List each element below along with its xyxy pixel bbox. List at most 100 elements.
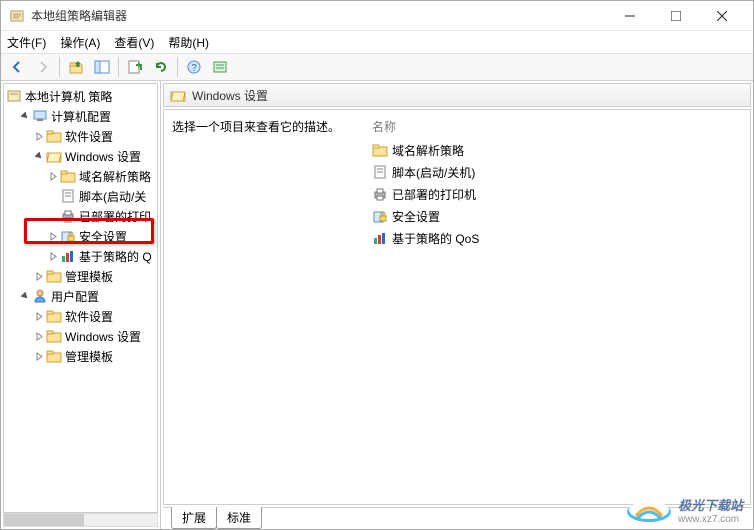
scrollbar-thumb[interactable] [4,514,84,526]
script-icon [372,164,388,180]
folder-icon [46,308,62,324]
tree-label: Windows 设置 [65,148,141,165]
tree-label: 软件设置 [65,128,113,145]
tree-deployed-printers[interactable]: 已部署的打印 [4,206,157,226]
separator [59,57,60,77]
up-button[interactable] [64,55,88,79]
tree-scripts[interactable]: 脚本(启动/关 [4,186,157,206]
tree-name-resolution-policy[interactable]: 域名解析策略 [4,166,157,186]
folder-icon [46,348,62,364]
list-item-label: 脚本(启动/关机) [392,164,475,181]
tree-computer-config[interactable]: 计算机配置 [4,106,157,126]
tree-pane: 本地计算机 策略 计算机配置 软件设置 Windows 设置 [1,81,161,529]
collapse-icon[interactable] [18,292,32,301]
tree-policy-qos[interactable]: 基于策略的 Q [4,246,157,266]
menu-action[interactable]: 操作(A) [60,34,100,51]
window-title: 本地组策略编辑器 [31,7,607,24]
folder-icon [60,168,76,184]
folder-icon [46,268,62,284]
folder-open-icon [170,87,186,103]
tree-label: 软件设置 [65,308,113,325]
window-controls [607,1,745,31]
menu-view[interactable]: 查看(V) [114,34,154,51]
maximize-button[interactable] [653,1,699,31]
expand-icon[interactable] [32,132,46,141]
list-item[interactable]: 域名解析策略 [372,139,742,161]
tree-label: 安全设置 [79,228,127,245]
list-item-label: 已部署的打印机 [392,186,476,203]
separator [177,57,178,77]
help-button[interactable]: ? [182,55,206,79]
close-button[interactable] [699,1,745,31]
expand-icon[interactable] [46,252,60,261]
tree-software-settings-2[interactable]: 软件设置 [4,306,157,326]
content-pane: Windows 设置 选择一个项目来查看它的描述。 名称 域名解析策略 脚本(启… [161,81,753,529]
expand-icon[interactable] [32,332,46,341]
list-item-label: 基于策略的 QoS [392,230,479,247]
list-item-label: 安全设置 [392,208,440,225]
svg-text:?: ? [191,63,197,74]
folder-icon [46,328,62,344]
description-text: 选择一个项目来查看它的描述。 [172,120,340,134]
collapse-icon[interactable] [18,112,32,121]
tree-label: 脚本(启动/关 [79,188,146,205]
list-item[interactable]: 脚本(启动/关机) [372,161,742,183]
tree-admin-templates[interactable]: 管理模板 [4,266,157,286]
script-icon [60,188,76,204]
items-panel: 名称 域名解析策略 脚本(启动/关机) 已部署的打印机 安全设置 [372,118,742,496]
collapse-icon[interactable] [32,152,46,161]
watermark: 极光下载站 www.xz7.com [626,495,743,525]
export-button[interactable] [123,55,147,79]
forward-button[interactable] [31,55,55,79]
list-item[interactable]: 已部署的打印机 [372,183,742,205]
content-header: Windows 设置 [163,83,751,107]
tree-user-config[interactable]: 用户配置 [4,286,157,306]
refresh-button[interactable] [149,55,173,79]
tab-standard[interactable]: 标准 [216,507,262,529]
tree-software-settings[interactable]: 软件设置 [4,126,157,146]
tree-label: 基于策略的 Q [79,248,152,265]
tree-label: 用户配置 [51,288,99,305]
tree-root[interactable]: 本地计算机 策略 [4,86,157,106]
folder-open-icon [46,148,62,164]
tree-windows-settings[interactable]: Windows 设置 [4,146,157,166]
watermark-url: www.xz7.com [678,514,743,525]
tree-label: 域名解析策略 [79,168,151,185]
toolbar: ? [1,53,753,81]
expand-icon[interactable] [46,172,60,181]
watermark-name: 极光下载站 [678,495,743,514]
app-icon [9,8,25,24]
folder-icon [46,128,62,144]
list-item[interactable]: 基于策略的 QoS [372,227,742,249]
menubar: 文件(F) 操作(A) 查看(V) 帮助(H) [1,31,753,53]
tab-extended[interactable]: 扩展 [171,507,217,529]
show-hide-tree-button[interactable] [90,55,114,79]
menu-help[interactable]: 帮助(H) [168,34,209,51]
menu-file[interactable]: 文件(F) [7,34,46,51]
filter-button[interactable] [208,55,232,79]
list-item[interactable]: 安全设置 [372,205,742,227]
tree-windows-settings-2[interactable]: Windows 设置 [4,326,157,346]
watermark-logo-icon [626,496,672,524]
tree-label: 本地计算机 策略 [25,88,112,105]
expand-icon[interactable] [32,272,46,281]
tree-admin-templates-2[interactable]: 管理模板 [4,346,157,366]
printer-icon [60,208,76,224]
minimize-button[interactable] [607,1,653,31]
tree-label: 已部署的打印 [79,208,151,225]
tree-label: Windows 设置 [65,328,141,345]
titlebar: 本地组策略编辑器 [1,1,753,31]
expand-icon[interactable] [32,352,46,361]
content-body: 选择一个项目来查看它的描述。 名称 域名解析策略 脚本(启动/关机) 已部署的打… [163,109,751,505]
expand-icon[interactable] [46,232,60,241]
security-icon [60,228,76,244]
user-icon [32,288,48,304]
tree-security-settings[interactable]: 安全设置 [4,226,157,246]
horizontal-scrollbar[interactable] [3,513,158,527]
policy-icon [6,88,22,104]
expand-icon[interactable] [32,312,46,321]
folder-icon [372,142,388,158]
printer-icon [372,186,388,202]
back-button[interactable] [5,55,29,79]
column-header-name[interactable]: 名称 [372,118,742,135]
